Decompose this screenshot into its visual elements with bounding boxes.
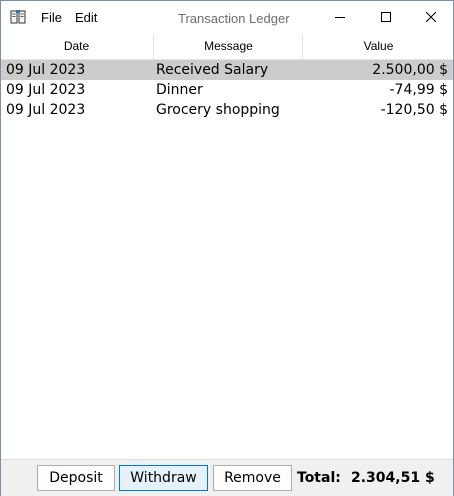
minimize-button[interactable] <box>317 1 363 33</box>
table-row[interactable]: 09 Jul 2023 Dinner -74,99 $ <box>1 80 453 100</box>
book-icon[interactable] <box>10 9 26 25</box>
cell-value: -120,50 $ <box>380 102 448 118</box>
table-row[interactable]: 09 Jul 2023 Received Salary 2.500,00 $ <box>1 60 453 80</box>
app-window: File Edit Transaction Ledger Date Messag… <box>0 0 454 496</box>
menu-file[interactable]: File <box>41 9 62 26</box>
minimize-icon <box>335 17 345 18</box>
table-row[interactable]: 09 Jul 2023 Grocery shopping -120,50 $ <box>1 100 453 120</box>
total-value: 2.304,51 $ <box>351 470 435 486</box>
close-button[interactable] <box>408 1 454 33</box>
column-header-date[interactable]: Date <box>1 34 152 59</box>
menu-edit[interactable]: Edit <box>75 9 97 26</box>
cell-value: 2.500,00 $ <box>372 62 448 78</box>
cell-date: 09 Jul 2023 <box>6 62 86 78</box>
transaction-table[interactable]: Date Message Value 09 Jul 2023 Received … <box>1 34 453 120</box>
window-title: Transaction Ledger <box>178 11 290 26</box>
total-label: Total: <box>297 470 341 486</box>
title-bar[interactable]: File Edit Transaction Ledger <box>1 1 453 34</box>
remove-button[interactable]: Remove <box>213 465 292 491</box>
column-header-message[interactable]: Message <box>153 34 303 59</box>
maximize-icon <box>381 12 391 22</box>
withdraw-button[interactable]: Withdraw <box>119 465 208 491</box>
cell-date: 09 Jul 2023 <box>6 102 86 118</box>
close-icon <box>426 12 436 22</box>
cell-message: Dinner <box>156 82 203 98</box>
column-header-value[interactable]: Value <box>302 34 454 59</box>
cell-message: Received Salary <box>156 62 269 78</box>
deposit-button[interactable]: Deposit <box>37 465 115 491</box>
cell-date: 09 Jul 2023 <box>6 82 86 98</box>
maximize-button[interactable] <box>363 1 409 33</box>
cell-value: -74,99 $ <box>389 82 449 98</box>
footer-bar: Deposit Withdraw Remove Total: 2.304,51 … <box>1 459 453 496</box>
cell-message: Grocery shopping <box>156 102 280 118</box>
table-header: Date Message Value <box>1 34 453 60</box>
